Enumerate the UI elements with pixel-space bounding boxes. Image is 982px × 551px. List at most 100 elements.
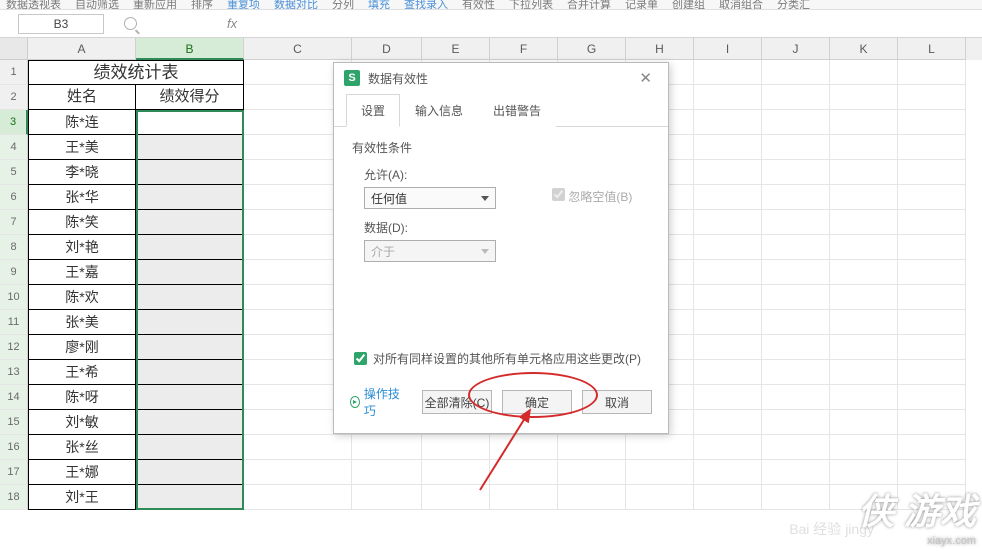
col-header[interactable]: C <box>244 38 352 60</box>
row-header[interactable]: 8 <box>0 235 28 260</box>
cell[interactable] <box>694 335 762 360</box>
cell[interactable] <box>830 60 898 85</box>
cell[interactable] <box>762 210 830 235</box>
cell[interactable] <box>898 185 966 210</box>
cell[interactable] <box>558 435 626 460</box>
cell[interactable] <box>898 310 966 335</box>
tab-error-alert[interactable]: 出错警告 <box>478 94 556 127</box>
cell[interactable] <box>244 485 352 510</box>
cell[interactable] <box>830 160 898 185</box>
col-header[interactable]: J <box>762 38 830 60</box>
cell[interactable] <box>626 435 694 460</box>
clear-all-button[interactable]: 全部清除(C) <box>422 390 492 414</box>
cell[interactable] <box>490 460 558 485</box>
cell[interactable] <box>244 435 352 460</box>
cell[interactable] <box>830 185 898 210</box>
cell[interactable]: 王*娜 <box>28 460 136 485</box>
cell[interactable] <box>136 310 244 335</box>
cell[interactable] <box>136 385 244 410</box>
cell[interactable] <box>830 385 898 410</box>
cell[interactable] <box>830 210 898 235</box>
col-header[interactable]: I <box>694 38 762 60</box>
cell[interactable] <box>136 210 244 235</box>
cell[interactable] <box>898 60 966 85</box>
tb-item[interactable]: 分列 <box>332 0 354 10</box>
col-header[interactable]: A <box>28 38 136 60</box>
cell[interactable] <box>762 135 830 160</box>
tb-item[interactable]: 重新应用 <box>133 0 177 10</box>
cell[interactable] <box>898 235 966 260</box>
cell[interactable] <box>762 160 830 185</box>
cell[interactable] <box>694 435 762 460</box>
dialog-titlebar[interactable]: S 数据有效性 ✕ <box>334 63 668 93</box>
cell[interactable] <box>762 460 830 485</box>
row-header[interactable]: 2 <box>0 85 28 110</box>
row-header[interactable]: 4 <box>0 135 28 160</box>
cell[interactable]: 王*嘉 <box>28 260 136 285</box>
tb-item[interactable]: 数据对比 <box>274 0 318 10</box>
row-header[interactable]: 14 <box>0 385 28 410</box>
cell[interactable] <box>762 385 830 410</box>
cell[interactable]: 王*希 <box>28 360 136 385</box>
cell[interactable] <box>762 310 830 335</box>
cell[interactable] <box>352 435 422 460</box>
cell[interactable] <box>898 410 966 435</box>
row-header[interactable]: 5 <box>0 160 28 185</box>
cell[interactable] <box>490 485 558 510</box>
cell[interactable] <box>830 360 898 385</box>
col-header[interactable]: E <box>422 38 490 60</box>
row-header[interactable]: 6 <box>0 185 28 210</box>
cell[interactable] <box>830 435 898 460</box>
tb-item[interactable]: 自动筛选 <box>75 0 119 10</box>
cancel-button[interactable]: 取消 <box>582 390 652 414</box>
row-header[interactable]: 12 <box>0 335 28 360</box>
cell[interactable]: 陈*呀 <box>28 385 136 410</box>
tb-item[interactable]: 合并计算 <box>567 0 611 10</box>
col-header[interactable]: B <box>136 38 244 60</box>
cell[interactable] <box>830 410 898 435</box>
cell[interactable] <box>136 335 244 360</box>
cell[interactable] <box>830 310 898 335</box>
cell[interactable] <box>898 285 966 310</box>
tb-item[interactable]: 排序 <box>191 0 213 10</box>
cell[interactable] <box>830 110 898 135</box>
cell[interactable] <box>626 460 694 485</box>
cell[interactable] <box>694 135 762 160</box>
cell[interactable] <box>136 235 244 260</box>
cell[interactable] <box>136 485 244 510</box>
cell[interactable] <box>694 260 762 285</box>
cell[interactable] <box>694 85 762 110</box>
cell[interactable]: 刘*敏 <box>28 410 136 435</box>
fx-icon[interactable]: fx <box>227 16 237 31</box>
cell[interactable] <box>694 210 762 235</box>
row-header[interactable]: 17 <box>0 460 28 485</box>
search-icon[interactable] <box>124 17 137 30</box>
cell[interactable] <box>694 485 762 510</box>
cell[interactable] <box>762 110 830 135</box>
col-header[interactable]: H <box>626 38 694 60</box>
tab-input-message[interactable]: 输入信息 <box>400 94 478 127</box>
cell[interactable] <box>352 485 422 510</box>
row-header[interactable]: 9 <box>0 260 28 285</box>
cell[interactable] <box>558 485 626 510</box>
cell[interactable] <box>136 160 244 185</box>
cell[interactable]: 张*华 <box>28 185 136 210</box>
cell[interactable] <box>136 410 244 435</box>
tb-item[interactable]: 取消组合 <box>719 0 763 10</box>
tb-item[interactable]: 分类汇 <box>777 0 810 10</box>
cell[interactable] <box>694 60 762 85</box>
cell[interactable] <box>762 285 830 310</box>
tb-item[interactable]: 重复项 <box>227 0 260 10</box>
cell[interactable]: 李*晓 <box>28 160 136 185</box>
row-header[interactable]: 1 <box>0 60 28 85</box>
tb-item[interactable]: 记录单 <box>625 0 658 10</box>
cell[interactable] <box>136 360 244 385</box>
cell[interactable] <box>694 385 762 410</box>
cell[interactable] <box>830 460 898 485</box>
col-header[interactable]: D <box>352 38 422 60</box>
row-header[interactable]: 16 <box>0 435 28 460</box>
row-header[interactable]: 7 <box>0 210 28 235</box>
ok-button[interactable]: 确定 <box>502 390 572 414</box>
tb-item[interactable]: 填充 <box>368 0 390 10</box>
cell[interactable] <box>136 435 244 460</box>
